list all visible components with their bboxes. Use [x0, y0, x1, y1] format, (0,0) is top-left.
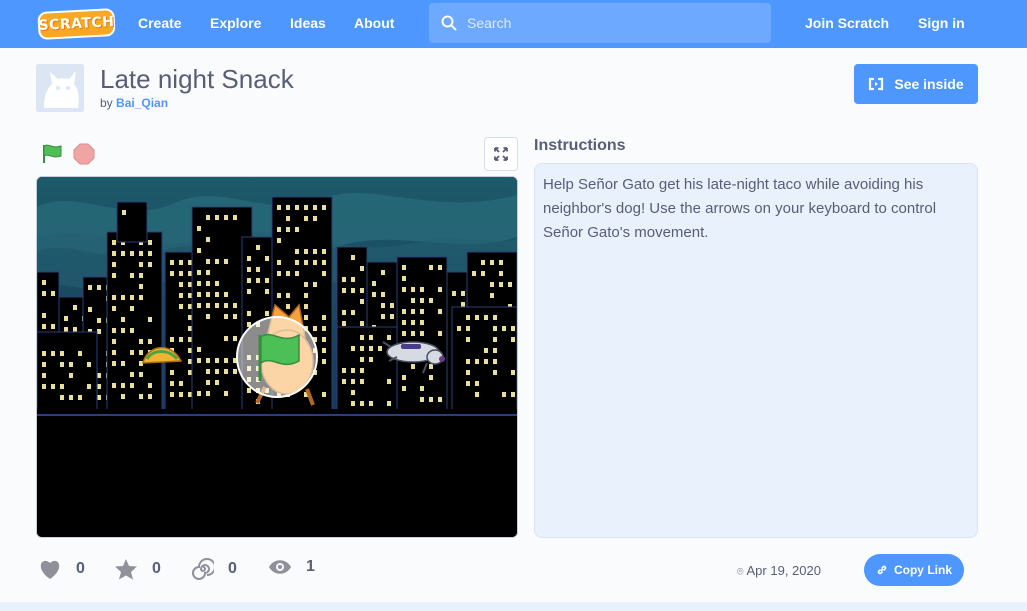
nav-ideas[interactable]: Ideas — [290, 0, 326, 48]
favorite-stat[interactable]: 0 — [114, 558, 161, 580]
copy-link-button[interactable]: Copy Link — [864, 554, 964, 586]
remix-spiral-icon — [192, 558, 214, 580]
search-icon — [441, 15, 457, 31]
heart-icon — [38, 558, 62, 580]
instructions-text: Help Señor Gato get his late-night taco … — [543, 173, 969, 245]
love-stat[interactable]: 0 — [38, 558, 85, 580]
link-icon — [876, 564, 888, 576]
star-icon — [114, 558, 138, 580]
project-stage[interactable] — [36, 176, 518, 538]
stage-canvas — [37, 177, 517, 537]
instructions-heading: Instructions — [534, 137, 626, 155]
remix-arrows-icon — [868, 76, 884, 92]
fullscreen-button[interactable] — [484, 137, 518, 171]
views-count: 1 — [306, 558, 315, 576]
remix-stat: 0 — [192, 558, 237, 580]
views-stat: 1 — [268, 558, 315, 576]
join-scratch-link[interactable]: Join Scratch — [805, 0, 889, 48]
by-prefix: by — [100, 96, 113, 110]
eye-icon — [268, 558, 292, 576]
top-nav: SCRATCH Create Explore Ideas About Join … — [0, 0, 1027, 48]
favorite-count: 0 — [152, 560, 161, 578]
fullscreen-icon — [493, 146, 509, 162]
project-page: Late night Snack by Bai_Qian See inside — [0, 48, 1027, 602]
project-title: Late night Snack — [100, 64, 294, 95]
start-overlay — [237, 317, 317, 397]
logo-text: SCRATCH — [38, 14, 115, 34]
see-inside-label: See inside — [894, 76, 963, 92]
love-count: 0 — [76, 560, 85, 578]
date-text: Apr 19, 2020 — [747, 563, 821, 578]
calendar-icon: ⌾ — [737, 566, 744, 578]
search-bar[interactable] — [429, 3, 771, 43]
copy-link-label: Copy Link — [894, 563, 952, 577]
author-avatar[interactable] — [36, 64, 84, 112]
instructions-box: Help Señor Gato get his late-night taco … — [534, 163, 978, 538]
project-byline: by Bai_Qian — [100, 96, 168, 110]
remix-count: 0 — [228, 560, 237, 578]
nav-create[interactable]: Create — [138, 0, 182, 48]
nav-about[interactable]: About — [354, 0, 394, 48]
sign-in-link[interactable]: Sign in — [918, 0, 965, 48]
nav-explore[interactable]: Explore — [210, 0, 261, 48]
stop-icon[interactable] — [73, 143, 95, 165]
share-date: ⌾ Apr 19, 2020 — [737, 563, 821, 579]
green-flag-icon[interactable] — [41, 143, 63, 165]
see-inside-button[interactable]: See inside — [854, 64, 978, 104]
scratch-logo[interactable]: SCRATCH — [37, 8, 115, 40]
author-link[interactable]: Bai_Qian — [116, 96, 168, 110]
search-input[interactable] — [467, 15, 757, 31]
cat-silhouette-icon — [36, 64, 84, 112]
